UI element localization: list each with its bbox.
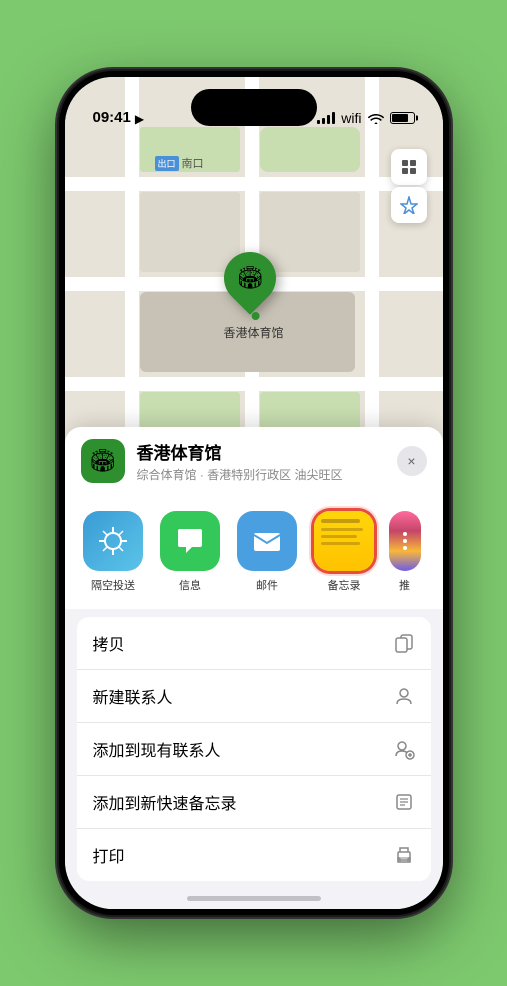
share-notes[interactable]: 备忘录 (312, 511, 377, 593)
bottom-sheet: 🏟 香港体育馆 综合体育馆 · 香港特别行政区 油尖旺区 × (65, 427, 443, 910)
add-contact-action[interactable]: 添加到现有联系人 (77, 723, 431, 776)
more-label: 推 (399, 577, 410, 593)
message-icon (160, 511, 220, 571)
print-action[interactable]: 打印 (77, 829, 431, 881)
dynamic-island (191, 89, 317, 126)
new-contact-action[interactable]: 新建联系人 (77, 670, 431, 723)
print-icon (393, 844, 415, 866)
share-message[interactable]: 信息 (158, 511, 223, 593)
share-more[interactable]: 推 (389, 511, 421, 593)
share-airdrop[interactable]: 隔空投送 (81, 511, 146, 593)
add-contact-icon (393, 738, 415, 760)
new-contact-icon (393, 685, 415, 707)
share-row: 隔空投送 信息 (65, 495, 443, 609)
copy-label: 拷贝 (93, 631, 125, 655)
south-exit-label: 南口 (182, 155, 204, 171)
location-info: 香港体育馆 综合体育馆 · 香港特别行政区 油尖旺区 (137, 439, 385, 483)
quick-note-icon (393, 791, 415, 813)
action-list: 拷贝 新建联系人 添加到现有联系人 (77, 617, 431, 881)
quick-note-action[interactable]: 添加到新快速备忘录 (77, 776, 431, 829)
share-mail[interactable]: 邮件 (235, 511, 300, 593)
print-label: 打印 (93, 843, 125, 867)
quick-note-label: 添加到新快速备忘录 (93, 790, 237, 814)
airdrop-icon (83, 511, 143, 571)
map-controls (391, 149, 427, 223)
mail-label: 邮件 (256, 577, 278, 593)
home-indicator (187, 896, 321, 901)
more-icon (389, 511, 421, 571)
copy-icon (393, 632, 415, 654)
location-header: 🏟 香港体育馆 综合体育馆 · 香港特别行政区 油尖旺区 × (65, 427, 443, 495)
status-icons: wifi (317, 110, 414, 128)
map-label: 出口 南口 (155, 155, 204, 171)
status-time: 09:41 (93, 109, 131, 128)
close-button[interactable]: × (397, 446, 427, 476)
notes-icon (314, 511, 374, 571)
wifi-icon (368, 112, 384, 124)
message-label: 信息 (179, 577, 201, 593)
wifi-icon: wifi (341, 110, 361, 126)
location-subtitle: 综合体育馆 · 香港特别行政区 油尖旺区 (137, 466, 385, 483)
location-card-icon: 🏟 (81, 439, 125, 483)
location-button[interactable] (391, 187, 427, 223)
add-contact-label: 添加到现有联系人 (93, 737, 221, 761)
location-pin: 🏟 香港体育馆 (223, 252, 283, 341)
airdrop-label: 隔空投送 (91, 577, 135, 593)
new-contact-label: 新建联系人 (93, 684, 173, 708)
phone-screen: 09:41 ▶ wifi (65, 77, 443, 909)
phone-frame: 09:41 ▶ wifi (59, 71, 449, 915)
signal-bars-icon (317, 112, 335, 124)
pin-label: 香港体育馆 (223, 324, 283, 341)
mail-icon (237, 511, 297, 571)
map-layers-button[interactable] (391, 149, 427, 185)
battery-icon (390, 112, 415, 124)
notes-label: 备忘录 (328, 577, 361, 593)
exit-label-box: 出口 (155, 156, 179, 171)
location-name: 香港体育馆 (137, 439, 385, 464)
location-arrow-icon: ▶ (135, 112, 144, 126)
copy-action[interactable]: 拷贝 (77, 617, 431, 670)
